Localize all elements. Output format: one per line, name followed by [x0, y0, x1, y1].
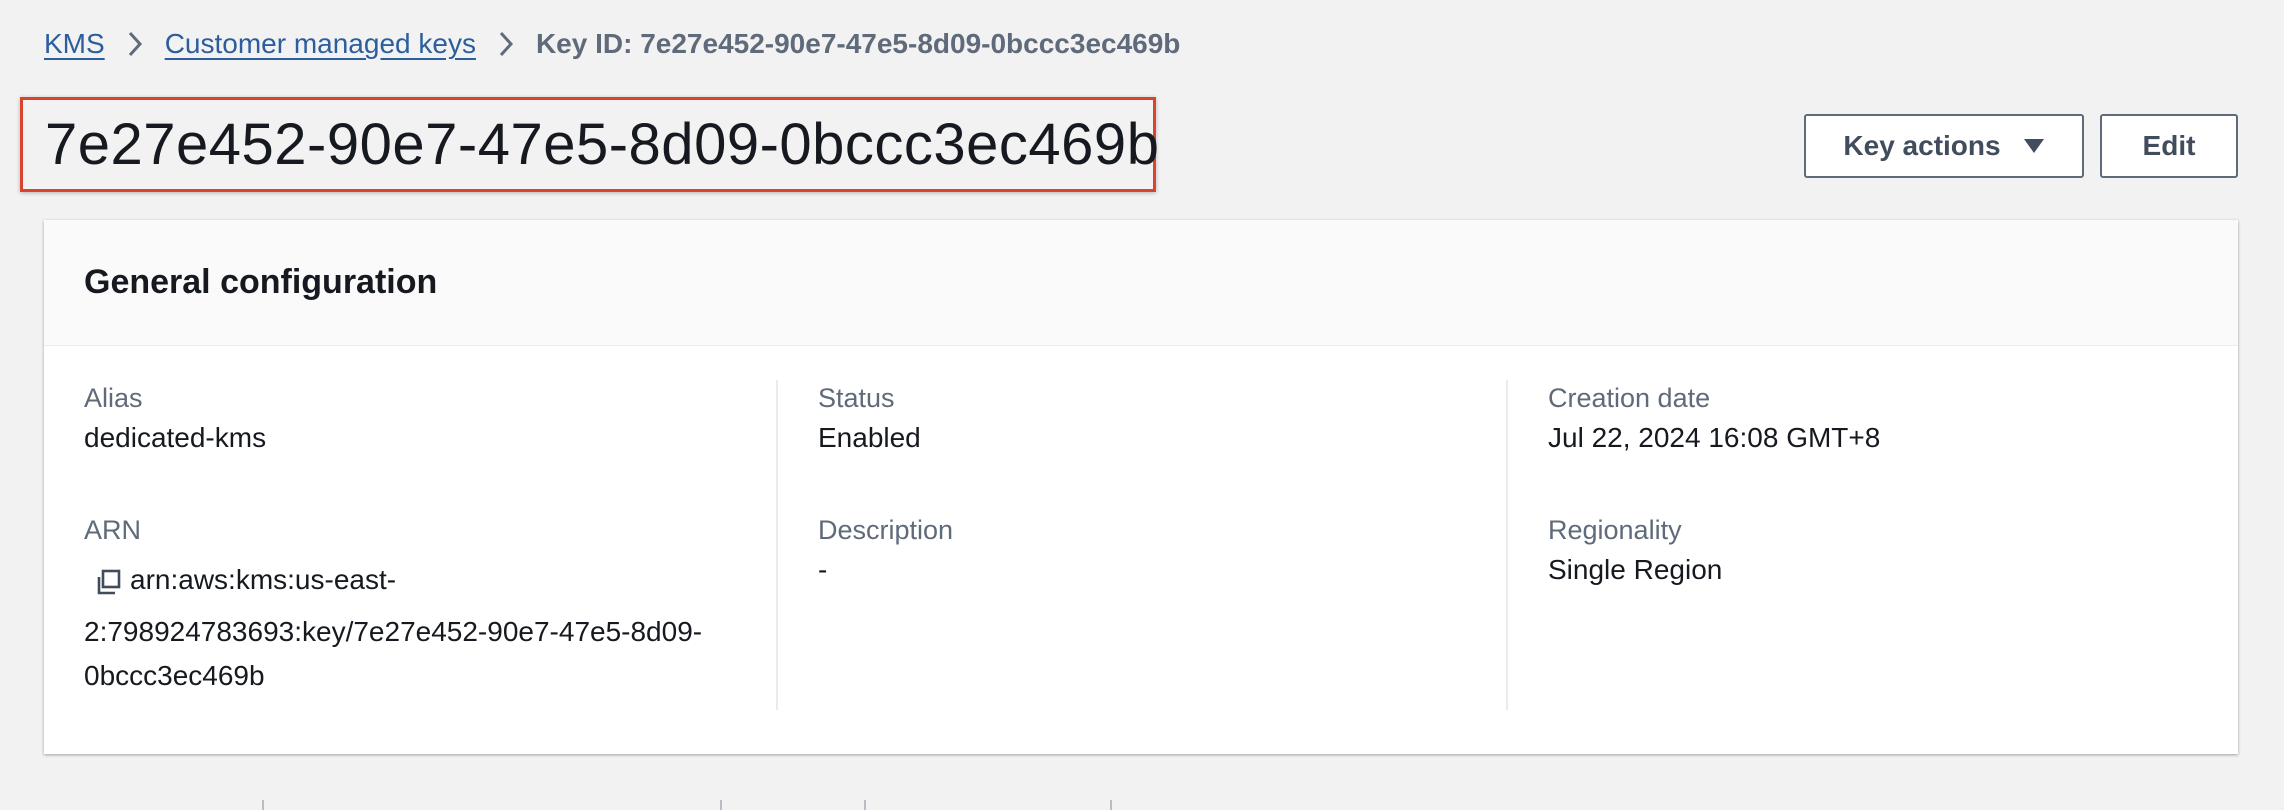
tab-divider	[864, 800, 866, 810]
key-actions-button[interactable]: Key actions	[1804, 114, 2084, 178]
chevron-right-icon	[498, 30, 514, 58]
description-value: -	[818, 554, 828, 585]
description-field: Description -	[818, 512, 1496, 592]
copy-icon[interactable]	[94, 568, 122, 596]
arn-value-line-2: 2:798924783693:key/7e27e452-90e7-47e5-8d…	[84, 616, 703, 647]
tab-divider	[1110, 800, 1112, 810]
alias-label: Alias	[84, 383, 143, 413]
creation-date-value: Jul 22, 2024 16:08 GMT+8	[1548, 422, 1881, 453]
arn-value-line-3: 0bccc3ec469b	[84, 660, 265, 691]
breadcrumb-customer-managed-keys-link[interactable]: Customer managed keys	[165, 28, 476, 60]
arn-value: arn:aws:kms:us-east- 2:798924783693:key/…	[84, 558, 774, 698]
general-configuration-panel: General configuration Alias dedicated-km…	[44, 220, 2238, 754]
breadcrumb: KMS Customer managed keys Key ID: 7e27e4…	[44, 22, 1180, 66]
status-field: Status Enabled	[818, 380, 1496, 460]
config-column-1: Alias dedicated-kms ARN arn:aws:kms:us-e…	[84, 380, 774, 710]
alias-field: Alias dedicated-kms	[84, 380, 266, 460]
breadcrumb-kms-link[interactable]: KMS	[44, 28, 105, 60]
panel-title: General configuration	[84, 263, 438, 301]
config-column-3: Creation date Jul 22, 2024 16:08 GMT+8 R…	[1506, 380, 2186, 710]
alias-value: dedicated-kms	[84, 422, 267, 453]
chevron-right-icon	[127, 30, 143, 58]
arn-field: ARN arn:aws:kms:us-east- 2:798924783693:…	[84, 512, 774, 698]
arn-value-line-1: arn:aws:kms:us-east-	[130, 564, 397, 595]
arn-label: ARN	[84, 515, 142, 545]
tab-divider	[720, 800, 722, 810]
config-column-2: Status Enabled Description -	[776, 380, 1496, 710]
creation-date-field: Creation date Jul 22, 2024 16:08 GMT+8	[1548, 380, 2186, 460]
regionality-field: Regionality Single Region	[1548, 512, 2186, 592]
key-actions-label: Key actions	[1843, 130, 2001, 161]
breadcrumb-current: Key ID: 7e27e452-90e7-47e5-8d09-0bccc3ec…	[535, 28, 1181, 59]
caret-down-icon	[2023, 137, 2045, 155]
regionality-value: Single Region	[1548, 554, 1723, 585]
edit-button[interactable]: Edit	[2100, 114, 2238, 178]
page-title: 7e27e452-90e7-47e5-8d09-0bccc3ec469b	[45, 112, 1160, 177]
tab-divider	[262, 800, 264, 810]
description-label: Description	[818, 515, 954, 545]
regionality-label: Regionality	[1548, 515, 1682, 545]
status-value: Enabled	[818, 422, 921, 453]
panel-header: General configuration	[44, 220, 2238, 346]
page-title-highlight: 7e27e452-90e7-47e5-8d09-0bccc3ec469b	[20, 97, 1160, 192]
status-label: Status	[818, 383, 895, 413]
creation-date-label: Creation date	[1548, 383, 1711, 413]
